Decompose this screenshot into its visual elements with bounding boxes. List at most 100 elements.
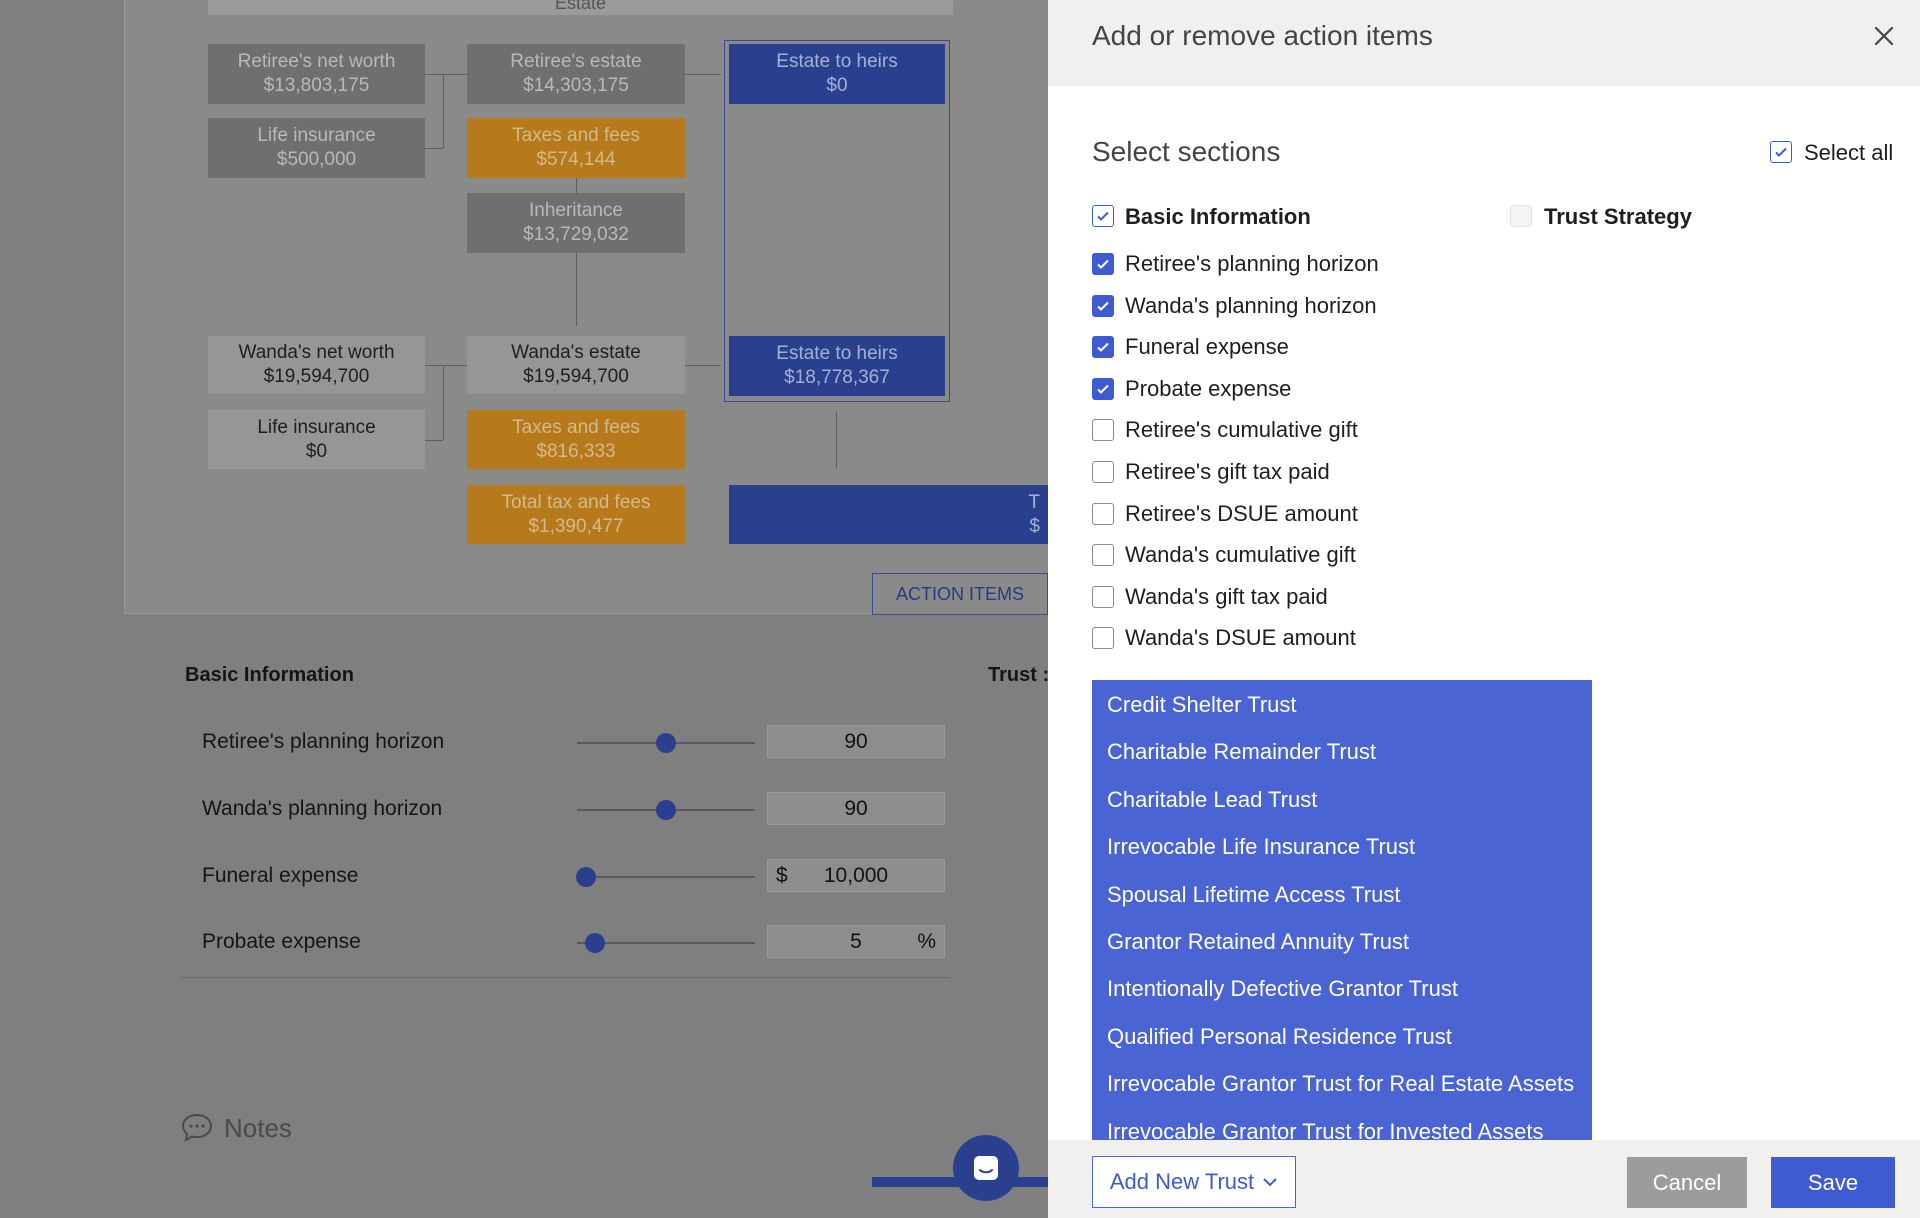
- trust-option[interactable]: Intentionally Defective Grantor Trust: [1107, 976, 1458, 1002]
- slider-handle[interactable]: [656, 800, 676, 820]
- value-prefix: $: [776, 863, 788, 887]
- trust-option[interactable]: Grantor Retained Annuity Trust: [1107, 929, 1409, 955]
- total-tax-box: Total tax and fees $1,390,477: [467, 485, 685, 544]
- connector-line: [425, 148, 443, 149]
- connector-line: [576, 178, 577, 193]
- value-input[interactable]: 90: [767, 725, 945, 758]
- section-divider: [180, 977, 950, 978]
- trust-option[interactable]: Charitable Lead Trust: [1107, 787, 1317, 813]
- trust-option[interactable]: Spousal Lifetime Access Trust: [1107, 882, 1400, 908]
- check-icon: [1097, 211, 1109, 221]
- cancel-button[interactable]: Cancel: [1627, 1157, 1747, 1208]
- action-item-checkbox[interactable]: [1092, 585, 1114, 608]
- value-input[interactable]: 90: [767, 792, 945, 825]
- slider-handle[interactable]: [585, 933, 605, 953]
- slider-track[interactable]: [577, 733, 755, 753]
- action-item-label[interactable]: Retiree's planning horizon: [1125, 251, 1379, 277]
- message-icon: [974, 1156, 998, 1180]
- estate-header-label: Estate: [554, 0, 607, 13]
- trust-option[interactable]: Credit Shelter Trust: [1107, 692, 1297, 718]
- select-all-label[interactable]: Select all: [1804, 140, 1893, 166]
- slider-track[interactable]: [576, 867, 755, 887]
- box-value: $0: [826, 75, 848, 96]
- close-icon[interactable]: [1870, 22, 1898, 50]
- box-label: Life insurance: [257, 416, 376, 438]
- estate-to-heirs-box-2: Estate to heirs $18,778,367: [729, 336, 945, 396]
- connector-line: [425, 365, 467, 366]
- retiree-taxes-box: Taxes and fees $574,144: [467, 118, 685, 178]
- value-text: 5: [850, 929, 862, 953]
- trust-option[interactable]: Qualified Personal Residence Trust: [1107, 1024, 1452, 1050]
- action-item-checkbox[interactable]: [1092, 544, 1114, 567]
- action-item-checkbox[interactable]: [1092, 461, 1114, 483]
- add-new-trust-button[interactable]: Add New Trust: [1092, 1156, 1296, 1208]
- connector-line: [836, 412, 837, 468]
- total-to-heirs-box: T $: [729, 485, 1048, 544]
- trust-option[interactable]: Irrevocable Grantor Trust for Real Estat…: [1107, 1071, 1574, 1097]
- box-value: $19,594,700: [263, 366, 370, 387]
- connector-line: [425, 74, 467, 75]
- inheritance-box: Inheritance $13,729,032: [467, 193, 685, 253]
- slider-track[interactable]: [577, 933, 755, 953]
- basic-info-title: Basic Information: [185, 664, 354, 686]
- action-item-checkbox[interactable]: [1092, 253, 1114, 275]
- value-input[interactable]: $ 10,000: [767, 859, 945, 892]
- action-item-label[interactable]: Retiree's gift tax paid: [1125, 459, 1330, 485]
- action-item-label[interactable]: Retiree's DSUE amount: [1125, 501, 1358, 527]
- box-label: Taxes and fees: [512, 416, 640, 438]
- slider-handle[interactable]: [576, 867, 596, 887]
- action-items-button[interactable]: ACTION ITEMS: [872, 573, 1048, 615]
- trust-section-title: Trust :: [988, 664, 1050, 686]
- action-item-label[interactable]: Wanda's DSUE amount: [1125, 625, 1356, 651]
- connector-line: [443, 365, 444, 440]
- action-items-panel: Add or remove action items Select sectio…: [1048, 0, 1920, 1218]
- select-sections-heading: Select sections: [1092, 136, 1281, 167]
- row-label: Probate expense: [202, 930, 361, 953]
- notes-label: Notes: [224, 1112, 292, 1143]
- basic-info-section: [124, 615, 1048, 1177]
- basic-info-checkbox[interactable]: [1092, 205, 1114, 227]
- action-item-label[interactable]: Wanda's gift tax paid: [1125, 584, 1328, 610]
- value-input[interactable]: 5 %: [767, 925, 945, 958]
- retiree-net-worth-box: Retiree's net worth $13,803,175: [208, 44, 425, 104]
- box-value: $574,144: [536, 149, 616, 170]
- trust-option[interactable]: Irrevocable Life Insurance Trust: [1107, 834, 1415, 860]
- trust-option[interactable]: Charitable Remainder Trust: [1107, 739, 1376, 765]
- action-item-checkbox[interactable]: [1092, 502, 1114, 525]
- action-item-checkbox[interactable]: [1092, 336, 1114, 359]
- estate-header-strip: Estate: [208, 0, 953, 15]
- action-item-checkbox[interactable]: [1092, 294, 1114, 317]
- action-item-label[interactable]: Wanda's cumulative gift: [1125, 542, 1356, 568]
- action-item-checkbox[interactable]: [1092, 627, 1114, 650]
- slider-track[interactable]: [577, 800, 755, 820]
- connector-line: [425, 440, 443, 441]
- action-item-checkbox[interactable]: [1092, 419, 1114, 442]
- action-item-label[interactable]: Wanda's planning horizon: [1125, 293, 1377, 319]
- value-text: 10,000: [823, 863, 889, 887]
- box-label: Estate to heirs: [776, 343, 898, 364]
- chevron-down-icon: [1263, 1178, 1277, 1187]
- action-item-label[interactable]: Probate expense: [1125, 376, 1291, 402]
- action-item-checkbox[interactable]: [1092, 377, 1114, 400]
- wanda-net-worth-box: Wanda's net worth $19,594,700: [208, 336, 425, 394]
- trust-strategy-checkbox[interactable]: [1510, 205, 1532, 227]
- save-button[interactable]: Save: [1771, 1157, 1895, 1208]
- notes-section[interactable]: Notes: [180, 1112, 292, 1144]
- connector-line: [576, 253, 577, 326]
- check-icon: [1097, 301, 1109, 311]
- connector-line: [685, 365, 721, 366]
- row-label: Funeral expense: [202, 864, 359, 887]
- action-item-label[interactable]: Funeral expense: [1125, 334, 1289, 360]
- box-value: $19,594,700: [523, 366, 629, 387]
- wanda-life-insurance-box: Life insurance $0: [208, 410, 425, 469]
- box-label: Total tax and fees: [501, 491, 651, 513]
- action-item-label[interactable]: Retiree's cumulative gift: [1125, 417, 1358, 443]
- chat-launcher-button[interactable]: [953, 1135, 1019, 1201]
- slider-handle[interactable]: [656, 733, 676, 753]
- basic-info-section-label[interactable]: Basic Information: [1125, 204, 1311, 230]
- row-label: Retiree's planning horizon: [202, 730, 445, 753]
- trust-strategy-section-label[interactable]: Trust Strategy: [1544, 204, 1692, 230]
- action-items-label: ACTION ITEMS: [895, 583, 1024, 604]
- select-all-checkbox[interactable]: [1770, 141, 1792, 163]
- value-text: 90: [844, 729, 868, 753]
